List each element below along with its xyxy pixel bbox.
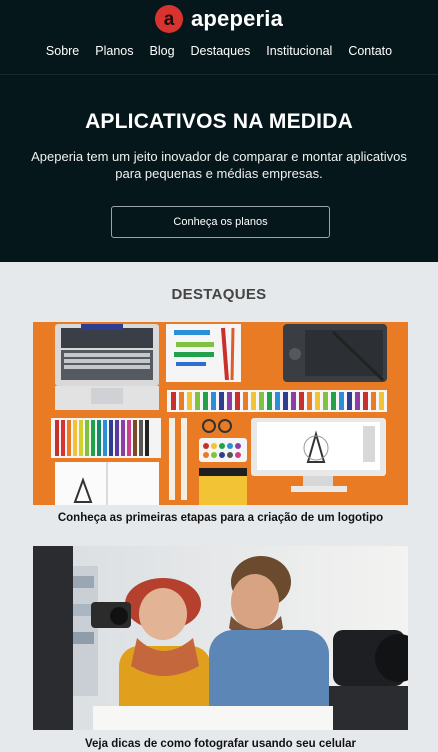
design-tools-image[interactable] — [33, 322, 408, 505]
brand[interactable]: a apeperia — [0, 5, 438, 33]
hero-title: APLICATIVOS NA MEDIDA — [85, 110, 353, 133]
highlight-card-photo[interactable]: Veja dicas de como fotografar usando seu… — [33, 546, 408, 750]
highlights-title: DESTAQUES — [171, 286, 267, 303]
highlight-caption[interactable]: Veja dicas de como fotografar usando seu… — [33, 738, 408, 750]
nav-item-destaques[interactable]: Destaques — [183, 43, 259, 59]
svg-text:a: a — [164, 9, 175, 30]
main-nav: Sobre Planos Blog Destaques Instituciona… — [0, 43, 438, 59]
site-header: a apeperia Sobre Planos Blog Destaques I… — [0, 0, 438, 262]
brand-name: apeperia — [190, 6, 284, 31]
highlight-caption[interactable]: Conheça as primeiras etapas para a criaç… — [33, 512, 408, 524]
logo-icon: a — [154, 5, 183, 33]
nav-item-contato[interactable]: Contato — [340, 43, 400, 59]
nav-item-blog[interactable]: Blog — [142, 43, 183, 59]
highlight-card-logo[interactable]: Conheça as primeiras etapas para a criaç… — [33, 322, 408, 524]
nav-item-sobre[interactable]: Sobre — [38, 43, 87, 59]
hero-subtitle: Apeperia tem um jeito inovador de compar… — [31, 149, 407, 181]
nav-item-planos[interactable]: Planos — [87, 43, 141, 59]
photographers-image[interactable] — [33, 546, 408, 730]
nav-item-institucional[interactable]: Institucional — [258, 43, 340, 59]
plans-button[interactable]: Conheça os planos — [111, 206, 330, 238]
nav-divider — [0, 74, 438, 75]
